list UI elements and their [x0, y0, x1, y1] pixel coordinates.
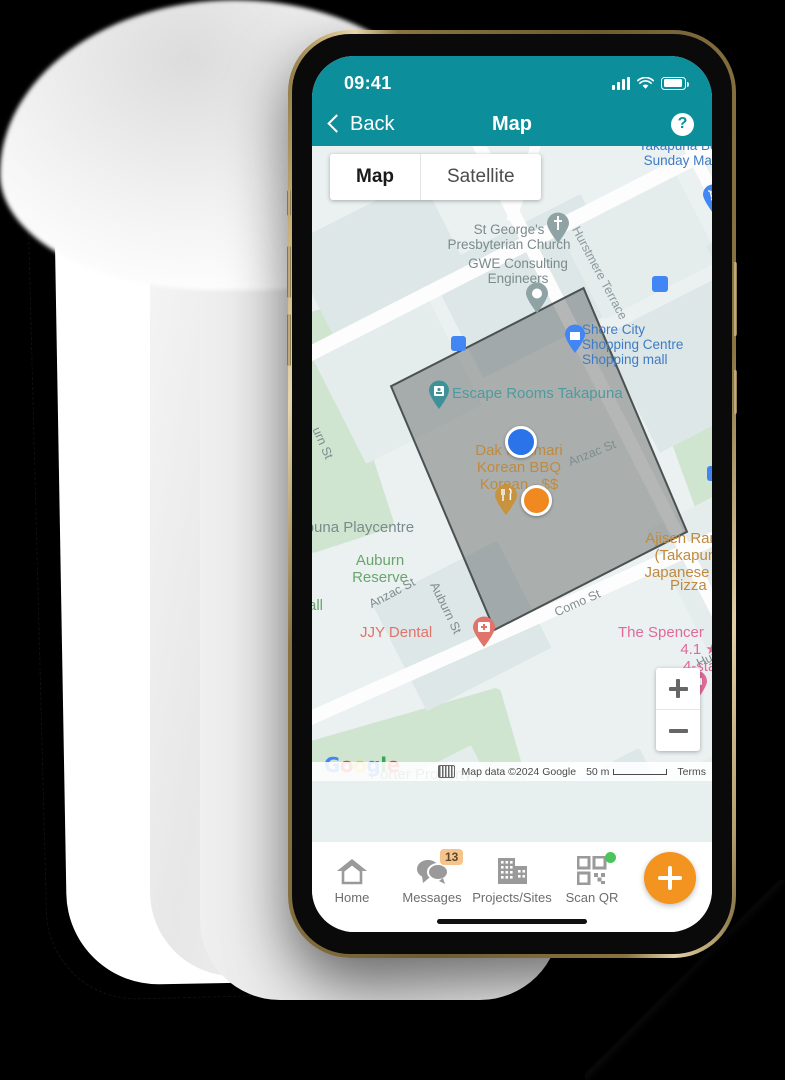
map-data-text: Map data ©2024 Google [461, 765, 577, 778]
phone-screen: 09:41 Back Map ? Hurstmere Terrace Anzac… [312, 56, 712, 932]
buildings-icon [496, 852, 529, 885]
keyboard-shortcuts-icon[interactable] [438, 765, 456, 778]
transit-stop-icon[interactable] [451, 336, 466, 351]
scan-qr-status-dot [605, 852, 616, 863]
tab-projects-sites-label: Projects/Sites [472, 890, 552, 905]
poi-label-gwe-consulting[interactable]: GWE Consulting Engineers [408, 256, 628, 286]
hospital-pin-icon[interactable] [472, 616, 496, 648]
zoom-out-button[interactable] [656, 710, 700, 751]
poi-label-jjy-dental[interactable]: JJY Dental [360, 625, 432, 640]
cellular-bars-icon [612, 76, 630, 90]
tab-home-label: Home [334, 890, 370, 905]
back-button-label: Back [350, 112, 395, 135]
tab-scan-qr[interactable]: Scan QR [552, 852, 632, 905]
poi-label-mall-partial[interactable]: all [312, 598, 323, 613]
site-marker-dot[interactable] [521, 485, 552, 516]
bottom-tab-bar: Home 13 Messages Projects/Sites Scan QR [312, 842, 712, 932]
plus-icon [658, 866, 682, 890]
home-indicator[interactable] [437, 919, 587, 924]
restaurant-pin-icon[interactable] [494, 484, 518, 516]
tab-home[interactable]: Home [312, 852, 392, 905]
poi-label-auburn-reserve[interactable]: Auburn Reserve [320, 552, 440, 586]
messages-badge: 13 [440, 849, 464, 865]
poi-label-takapuna-beach-market[interactable]: Takapuna BeachSunday Market [614, 146, 712, 168]
status-bar-icons [612, 76, 689, 90]
add-button[interactable] [644, 852, 696, 904]
zoom-controls[interactable] [656, 668, 700, 751]
home-icon [336, 852, 368, 885]
chevron-left-icon [327, 114, 346, 133]
map-type-toggle[interactable]: Map Satellite [330, 154, 541, 200]
tab-scan-qr-label: Scan QR [565, 890, 619, 905]
terms-link[interactable]: Terms [677, 766, 706, 778]
shopping-cart-pin-icon[interactable] [702, 184, 712, 214]
map-type-satellite-button[interactable]: Satellite [420, 154, 541, 200]
status-bar-clock: 09:41 [344, 72, 392, 93]
poi-label-takapuna-playcentre[interactable]: Takapuna Playcentre [312, 520, 414, 535]
map-view[interactable]: Hurstmere Terrace Anzac St Anzac St Aubu… [312, 146, 712, 781]
top-teal-area: 09:41 Back Map ? [312, 56, 712, 146]
back-button[interactable]: Back [327, 112, 395, 136]
tab-messages[interactable]: 13 Messages [392, 849, 472, 905]
minus-icon [668, 721, 688, 740]
tab-messages-label: Messages [402, 890, 462, 905]
poi-label-ajisen-ramen[interactable]: Ajisen Ramen(Takapuna) Japanese · $$ [612, 530, 712, 581]
help-icon[interactable]: ? [671, 112, 694, 136]
qr-code-icon [577, 852, 607, 885]
map-scale-label: 50 m [586, 765, 610, 778]
church-pin-icon[interactable] [546, 212, 570, 244]
wifi-icon [637, 76, 654, 89]
poi-label-shore-city[interactable]: Shore City Shopping Centre Shopping mall [582, 322, 712, 367]
shopping-bag-pin-icon[interactable] [564, 324, 586, 354]
poi-label-pizza[interactable]: Pizza [670, 578, 707, 593]
tab-projects-sites[interactable]: Projects/Sites [472, 852, 552, 905]
phone-device: 09:41 Back Map ? Hurstmere Terrace Anzac… [287, 30, 737, 958]
zoom-in-button[interactable] [656, 668, 700, 710]
place-pin-icon[interactable] [525, 282, 549, 314]
phone-bezel: 09:41 Back Map ? Hurstmere Terrace Anzac… [292, 34, 732, 954]
volume-up-button[interactable] [287, 246, 291, 298]
map-type-map-button[interactable]: Map [330, 154, 420, 200]
status-bar: 09:41 [312, 56, 712, 102]
transit-stop-icon[interactable] [707, 466, 712, 481]
poi-label-st-georges-church[interactable]: St George's Presbyterian Church [394, 222, 624, 252]
power-button[interactable] [733, 262, 737, 336]
volume-down-button[interactable] [287, 314, 291, 366]
nav-bar: Back Map ? [312, 102, 712, 146]
plus-icon [668, 679, 688, 698]
map-attribution-bar: Map data ©2024 Google 50 m Terms [312, 762, 712, 781]
map-scale-line [613, 768, 668, 775]
user-location-dot[interactable] [505, 426, 537, 458]
map-scale: 50 m [586, 765, 668, 778]
transit-stop-icon[interactable] [652, 276, 668, 292]
battery-icon [661, 76, 689, 90]
silence-switch[interactable] [287, 190, 291, 216]
poi-label-escape-rooms[interactable]: Escape Rooms Takapuna [452, 386, 672, 401]
side-button-secondary[interactable] [733, 370, 737, 414]
attraction-pin-icon[interactable] [428, 380, 450, 410]
